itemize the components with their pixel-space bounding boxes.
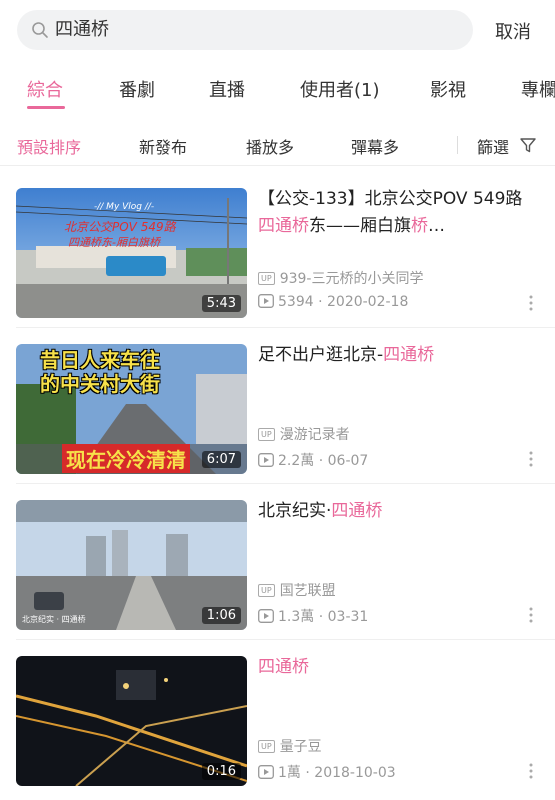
uploader[interactable]: UP 量子豆 xyxy=(258,736,322,756)
more-options-icon[interactable] xyxy=(528,294,534,312)
cancel-button[interactable]: 取消 xyxy=(495,18,531,44)
video-title[interactable]: 四通桥 xyxy=(258,654,540,681)
up-badge-icon: UP xyxy=(258,584,275,597)
video-thumbnail[interactable] xyxy=(16,656,247,786)
tab-live[interactable]: 直播 xyxy=(209,76,245,102)
video-stats: 1萬 · 2018-10-03 xyxy=(258,762,396,782)
video-title[interactable]: 北京纪实·四通桥 xyxy=(258,498,540,525)
uploader[interactable]: UP 国艺联盟 xyxy=(258,580,336,600)
sort-most-danmaku[interactable]: 彈幕多 xyxy=(351,134,399,158)
video-title[interactable]: 足不出户逛北京-四通桥 xyxy=(258,342,540,369)
up-badge-icon: UP xyxy=(258,272,275,285)
filter-button[interactable]: 篩選 xyxy=(477,134,509,158)
sort-most-played[interactable]: 播放多 xyxy=(246,134,294,158)
result-item[interactable]: 0:16 四通桥 UP 量子豆 1萬 · 2018-10-03 xyxy=(0,640,555,796)
up-badge-icon: UP xyxy=(258,740,275,753)
play-count-icon xyxy=(258,453,274,467)
video-title[interactable]: 【公交-133】北京公交POV 549路 四通桥东——厢白旗桥… xyxy=(258,186,540,240)
more-options-icon[interactable] xyxy=(528,762,534,780)
more-options-icon[interactable] xyxy=(528,450,534,468)
video-stats: 2.2萬 · 06-07 xyxy=(258,450,368,470)
up-badge-icon: UP xyxy=(258,428,275,441)
tab-comprehensive[interactable]: 綜合 xyxy=(27,76,63,102)
uploader[interactable]: UP 939-三元桥的小关同学 xyxy=(258,268,423,288)
video-stats: 1.3萬 · 03-31 xyxy=(258,606,368,626)
category-tabs: 綜合 番劇 直播 使用者(1) 影視 專欄 xyxy=(0,70,555,114)
video-thumbnail[interactable] xyxy=(16,188,247,318)
tab-articles[interactable]: 專欄 xyxy=(521,76,555,102)
sort-default[interactable]: 預設排序 xyxy=(17,134,81,158)
result-item[interactable]: -// My Vlog //- 北京公交POV 549路 四通桥东-厢白旗桥 5… xyxy=(0,172,555,328)
uploader[interactable]: UP 漫游记录者 xyxy=(258,424,350,444)
active-tab-indicator xyxy=(27,106,65,109)
video-thumbnail[interactable] xyxy=(16,500,247,630)
sort-bar: 預設排序 新發布 播放多 彈幕多 篩選 xyxy=(0,126,555,166)
filter-icon[interactable] xyxy=(519,136,537,154)
search-icon xyxy=(32,22,48,38)
play-count-icon xyxy=(258,609,274,623)
tab-bangumi[interactable]: 番劇 xyxy=(119,76,155,102)
search-header: 取消 xyxy=(0,0,555,62)
more-options-icon[interactable] xyxy=(528,606,534,624)
play-count-icon xyxy=(258,765,274,779)
play-count-icon xyxy=(258,294,274,308)
sort-newest[interactable]: 新發布 xyxy=(139,134,187,158)
tab-movies[interactable]: 影視 xyxy=(430,76,466,102)
divider xyxy=(457,136,458,154)
search-input[interactable] xyxy=(55,10,455,50)
search-box[interactable] xyxy=(17,10,473,50)
result-item[interactable]: 昔日人来车往 的中关村大街 现在冷冷清清 6:07 足不出户逛北京-四通桥 UP… xyxy=(0,328,555,484)
tab-users[interactable]: 使用者(1) xyxy=(300,76,380,102)
video-thumbnail[interactable] xyxy=(16,344,247,474)
video-stats: 5394 · 2020-02-18 xyxy=(258,294,408,310)
result-item[interactable]: 北京纪实 · 四通桥 1:06 北京纪实·四通桥 UP 国艺联盟 1.3萬 · 0… xyxy=(0,484,555,640)
